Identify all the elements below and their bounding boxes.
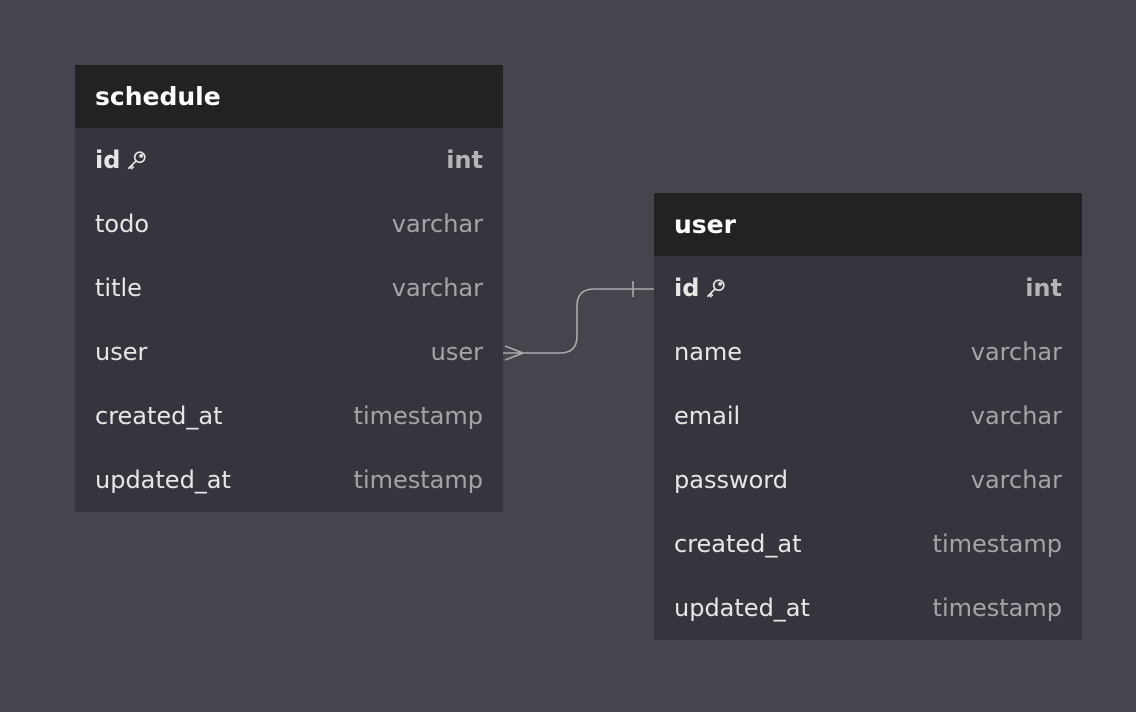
relation-connector[interactable] bbox=[0, 0, 1136, 712]
relation-line[interactable] bbox=[503, 288, 654, 354]
